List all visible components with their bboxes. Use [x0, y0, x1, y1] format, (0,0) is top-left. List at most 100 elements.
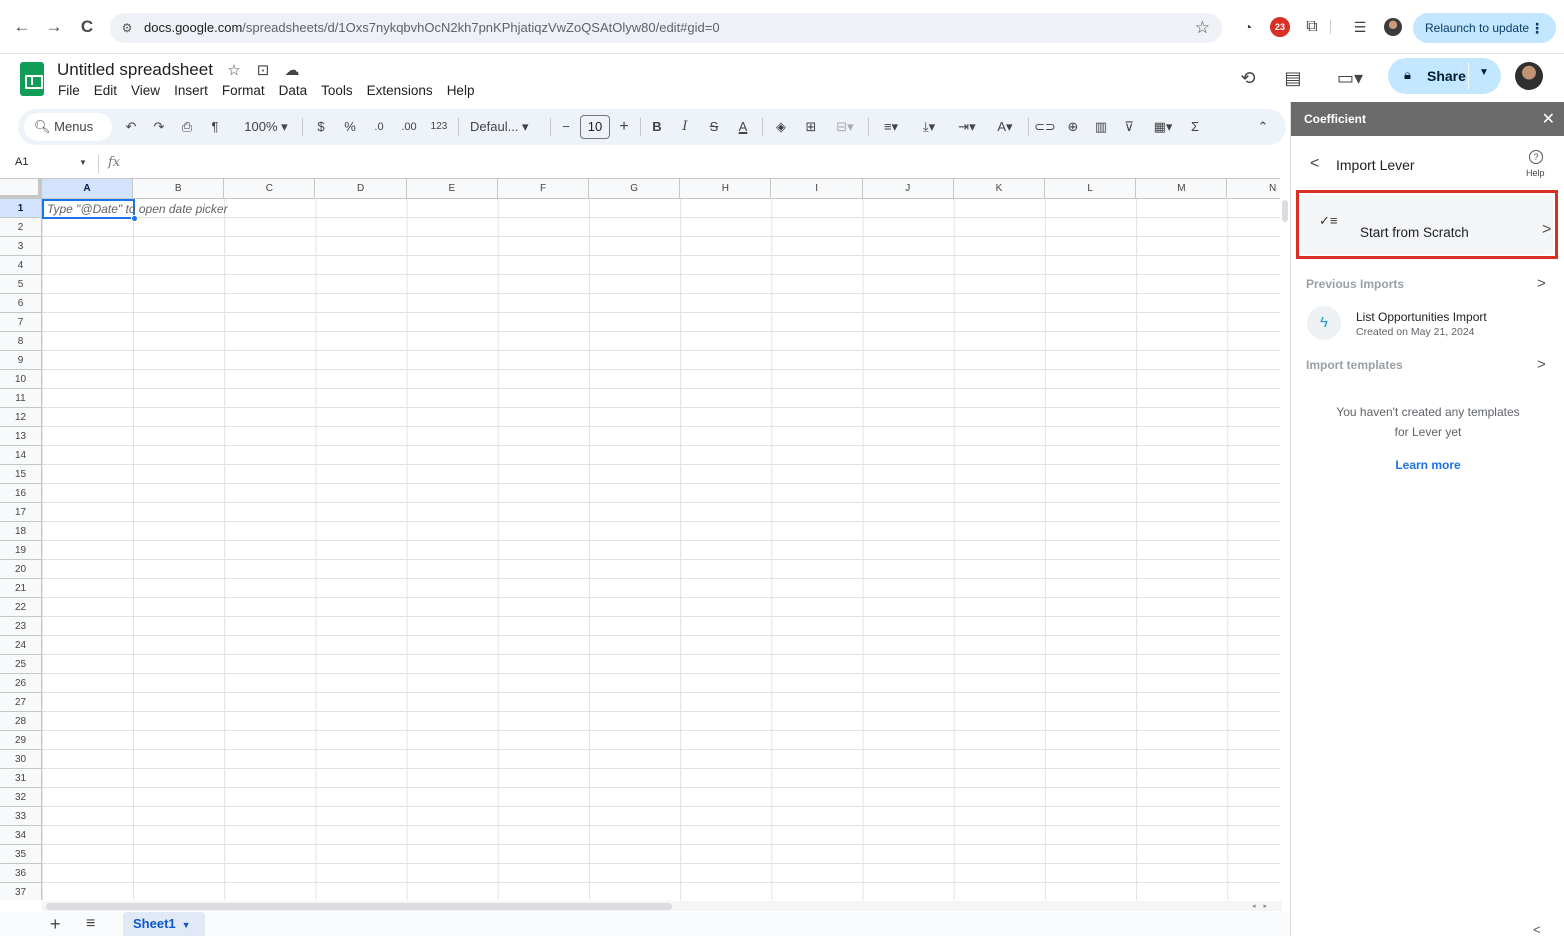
row-header-18[interactable]: 18 [0, 522, 42, 541]
filter-views-icon[interactable]: ▦▾ [1148, 117, 1178, 137]
row-header-2[interactable]: 2 [0, 218, 42, 237]
meet-video-icon[interactable]: ▭▾ [1330, 66, 1370, 90]
row-header-19[interactable]: 19 [0, 541, 42, 560]
row-header-33[interactable]: 33 [0, 807, 42, 826]
row-header-3[interactable]: 3 [0, 237, 42, 256]
column-header-i[interactable]: I [771, 179, 863, 199]
help-label[interactable]: Help [1526, 168, 1545, 178]
column-header-a[interactable]: A [42, 179, 133, 199]
panel-collapse-icon[interactable]: < [1533, 922, 1541, 936]
borders-icon[interactable]: ⊞ [802, 117, 820, 137]
insert-comment-icon[interactable]: ⊕ [1064, 117, 1082, 137]
extension-badge-icon[interactable]: 23 [1270, 17, 1290, 37]
back-icon[interactable]: ← [11, 16, 33, 38]
share-dropdown-icon[interactable]: ▼ [1479, 67, 1489, 78]
row-header-30[interactable]: 30 [0, 750, 42, 769]
menu-edit[interactable]: Edit [94, 83, 117, 98]
row-header-35[interactable]: 35 [0, 845, 42, 864]
row-header-5[interactable]: 5 [0, 275, 42, 294]
row-header-11[interactable]: 11 [0, 389, 42, 408]
reading-list-icon[interactable]: ☰ [1350, 17, 1370, 37]
help-icon[interactable]: ? [1529, 150, 1543, 164]
column-header-e[interactable]: E [406, 179, 498, 199]
forward-icon[interactable]: → [43, 16, 65, 38]
italic-button[interactable]: I [678, 117, 692, 137]
horizontal-scroll-thumb[interactable] [46, 903, 672, 910]
percent-format-button[interactable]: % [342, 117, 358, 137]
row-header-24[interactable]: 24 [0, 636, 42, 655]
start-from-scratch-button[interactable]: ✓≡ Start from Scratch > [1301, 195, 1553, 254]
menu-extensions[interactable]: Extensions [367, 83, 433, 98]
bold-button[interactable]: B [650, 117, 664, 137]
row-header-12[interactable]: 12 [0, 408, 42, 427]
row-header-21[interactable]: 21 [0, 579, 42, 598]
increase-decimal-button[interactable]: .00 [398, 117, 420, 137]
vertical-scrollbar[interactable] [1280, 198, 1290, 900]
text-wrapping-icon[interactable]: ⇥▾ [952, 117, 982, 137]
vertical-scroll-thumb[interactable] [1282, 200, 1288, 222]
menu-view[interactable]: View [131, 83, 160, 98]
font-size-input[interactable]: 10 [580, 115, 610, 139]
cell-area[interactable] [42, 199, 1280, 900]
vertical-align-icon[interactable]: ⤓▾ [914, 117, 944, 137]
comments-icon[interactable]: ▤ [1281, 66, 1305, 90]
bookmark-star-icon[interactable]: ☆ [1195, 18, 1210, 38]
row-header-8[interactable]: 8 [0, 332, 42, 351]
previous-import-name[interactable]: List Opportunities Import [1356, 310, 1487, 324]
all-sheets-button[interactable]: ≡ [86, 914, 95, 934]
merge-cells-icon[interactable]: ⊟▾ [830, 117, 860, 137]
add-sheet-button[interactable]: + [50, 914, 61, 934]
name-box-dropdown-icon[interactable]: ▼ [79, 158, 87, 167]
row-header-14[interactable]: 14 [0, 446, 42, 465]
font-family-select[interactable]: Defaul... ▾ [470, 117, 542, 137]
text-color-button[interactable]: A [734, 117, 752, 137]
relaunch-button[interactable]: Relaunch to update ⋮ [1413, 13, 1556, 43]
paint-format-icon[interactable]: ¶ [206, 117, 224, 137]
menu-help[interactable]: Help [447, 83, 475, 98]
text-rotation-icon[interactable]: A▾ [990, 117, 1020, 137]
decrease-font-size-button[interactable]: − [558, 117, 574, 137]
menu-file[interactable]: File [58, 83, 80, 98]
row-header-25[interactable]: 25 [0, 655, 42, 674]
profile-avatar[interactable] [1384, 18, 1402, 36]
row-header-1[interactable]: 1 [0, 199, 42, 218]
version-history-icon[interactable]: ⟲ [1236, 66, 1260, 90]
row-header-16[interactable]: 16 [0, 484, 42, 503]
row-header-26[interactable]: 26 [0, 674, 42, 693]
sheet-tab-sheet1[interactable]: Sheet1 ▼ [123, 912, 205, 936]
reload-icon[interactable]: C [76, 16, 98, 38]
row-header-13[interactable]: 13 [0, 427, 42, 446]
import-templates-chevron-icon[interactable]: > [1537, 356, 1546, 373]
fill-color-icon[interactable]: ◈ [772, 117, 790, 137]
functions-button[interactable]: Σ [1186, 117, 1204, 137]
row-header-10[interactable]: 10 [0, 370, 42, 389]
redo-icon[interactable]: ↷ [150, 117, 168, 137]
column-header-b[interactable]: B [133, 179, 225, 199]
more-formats-button[interactable]: 123 [428, 117, 450, 137]
column-header-k[interactable]: K [954, 179, 1045, 199]
zoom-select[interactable]: 100% ▾ [236, 117, 296, 137]
increase-font-size-button[interactable]: + [616, 117, 632, 137]
url-text[interactable]: docs.google.com/spreadsheets/d/1Oxs7nykq… [144, 20, 720, 35]
row-header-15[interactable]: 15 [0, 465, 42, 484]
name-box[interactable]: A1 [15, 156, 28, 168]
menu-data[interactable]: Data [279, 83, 308, 98]
row-header-36[interactable]: 36 [0, 864, 42, 883]
import-templates-label[interactable]: Import templates [1306, 358, 1403, 372]
row-header-37[interactable]: 37 [0, 883, 42, 900]
row-header-17[interactable]: 17 [0, 503, 42, 522]
back-chevron-icon[interactable]: < [1310, 155, 1319, 173]
menu-tools[interactable]: Tools [321, 83, 353, 98]
spreadsheet-grid[interactable]: ABCDEFGHIJKLMN 1 2 3 4 5 6 7 8 9 10 11 12 13 14 15 16 17… [0, 178, 1280, 900]
print-icon[interactable]: ⎙ [178, 117, 196, 137]
undo-icon[interactable]: ↶ [122, 117, 140, 137]
sheets-logo-icon[interactable] [20, 62, 44, 96]
menu-insert[interactable]: Insert [174, 83, 208, 98]
currency-format-button[interactable]: $ [314, 117, 328, 137]
sheet-tab-dropdown-icon[interactable]: ▼ [182, 920, 191, 930]
menu-format[interactable]: Format [222, 83, 265, 98]
row-header-28[interactable]: 28 [0, 712, 42, 731]
row-header-7[interactable]: 7 [0, 313, 42, 332]
row-header-20[interactable]: 20 [0, 560, 42, 579]
row-header-27[interactable]: 27 [0, 693, 42, 712]
